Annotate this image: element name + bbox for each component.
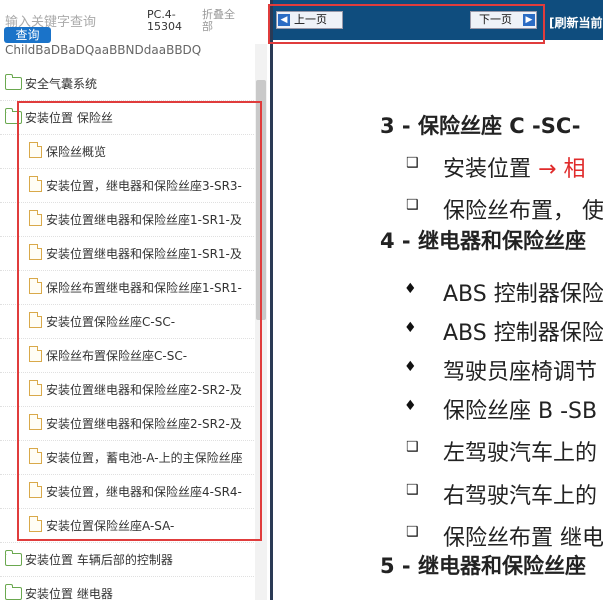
list-item[interactable]: ABS 控制器保险 xyxy=(443,315,603,347)
square-bullet-icon: ❑ xyxy=(406,197,419,213)
tree-folder-item[interactable]: 安装位置 车辆后部的控制器 xyxy=(0,543,254,577)
tree-folder-item[interactable]: 安全气囊系统 xyxy=(0,67,254,101)
square-bullet-icon: ❑ xyxy=(406,155,419,171)
highlight-box xyxy=(268,4,545,44)
diamond-bullet-icon: ♦ xyxy=(404,320,417,336)
refresh-link[interactable]: [刷新当前 xyxy=(549,14,603,31)
content-pane: ◀ 上一页 下一页 ▶ [刷新当前 3 - 保险丝座 C -SC- ❑ 安装位置… xyxy=(273,0,603,600)
tree-item-label: 安全气囊系统 xyxy=(25,77,98,91)
folder-icon xyxy=(5,584,22,600)
diamond-bullet-icon: ♦ xyxy=(404,359,417,375)
list-item-text: 安装位置 xyxy=(443,157,532,182)
collapse-all-button[interactable]: 折叠全部 xyxy=(202,9,242,33)
list-item[interactable]: 保险丝座 B -SB xyxy=(443,393,597,425)
tree-item-partial[interactable]: ChildBaDBaDQaaBBNDdaaBBDQ xyxy=(5,44,201,57)
list-item: 安装位置 → 相 xyxy=(443,151,585,183)
diamond-bullet-icon: ♦ xyxy=(404,281,417,297)
highlight-box xyxy=(17,101,262,541)
square-bullet-icon: ❑ xyxy=(406,482,419,498)
list-item[interactable]: 右驾驶汽车上的 xyxy=(443,478,597,510)
tree-item-label: 安装位置 车辆后部的控制器 xyxy=(25,553,173,567)
tree-folder-item[interactable]: 安装位置 继电器 xyxy=(0,577,254,600)
diamond-bullet-icon: ♦ xyxy=(404,398,417,414)
navigation-pane: 输入关键字查询 查询 PC.4-15304 折叠全部 ChildBaDBaDQa… xyxy=(0,0,270,600)
folder-icon xyxy=(5,550,22,566)
folder-icon xyxy=(5,74,22,90)
tree-item-label: 安装位置 继电器 xyxy=(25,587,113,600)
list-item[interactable]: 左驾驶汽车上的 xyxy=(443,435,597,467)
list-item[interactable]: 保险丝布置 继电 xyxy=(443,520,603,552)
model-code: PC.4-15304 xyxy=(147,8,182,33)
section-heading-5: 5 - 继电器和保险丝座 xyxy=(380,554,586,578)
list-item[interactable]: ABS 控制器保险 xyxy=(443,276,603,308)
list-item: 保险丝布置， 使 xyxy=(443,199,603,224)
search-bar: 输入关键字查询 查询 PC.4-15304 折叠全部 xyxy=(0,0,270,44)
square-bullet-icon: ❑ xyxy=(406,439,419,455)
section-heading-4: 4 - 继电器和保险丝座 xyxy=(380,229,586,253)
link-arrow[interactable]: → 相 xyxy=(538,157,585,182)
search-button[interactable]: 查询 xyxy=(4,27,51,43)
square-bullet-icon: ❑ xyxy=(406,524,419,540)
list-item[interactable]: 驾驶员座椅调节 xyxy=(443,354,597,386)
section-heading-3: 3 - 保险丝座 C -SC- xyxy=(380,114,581,138)
